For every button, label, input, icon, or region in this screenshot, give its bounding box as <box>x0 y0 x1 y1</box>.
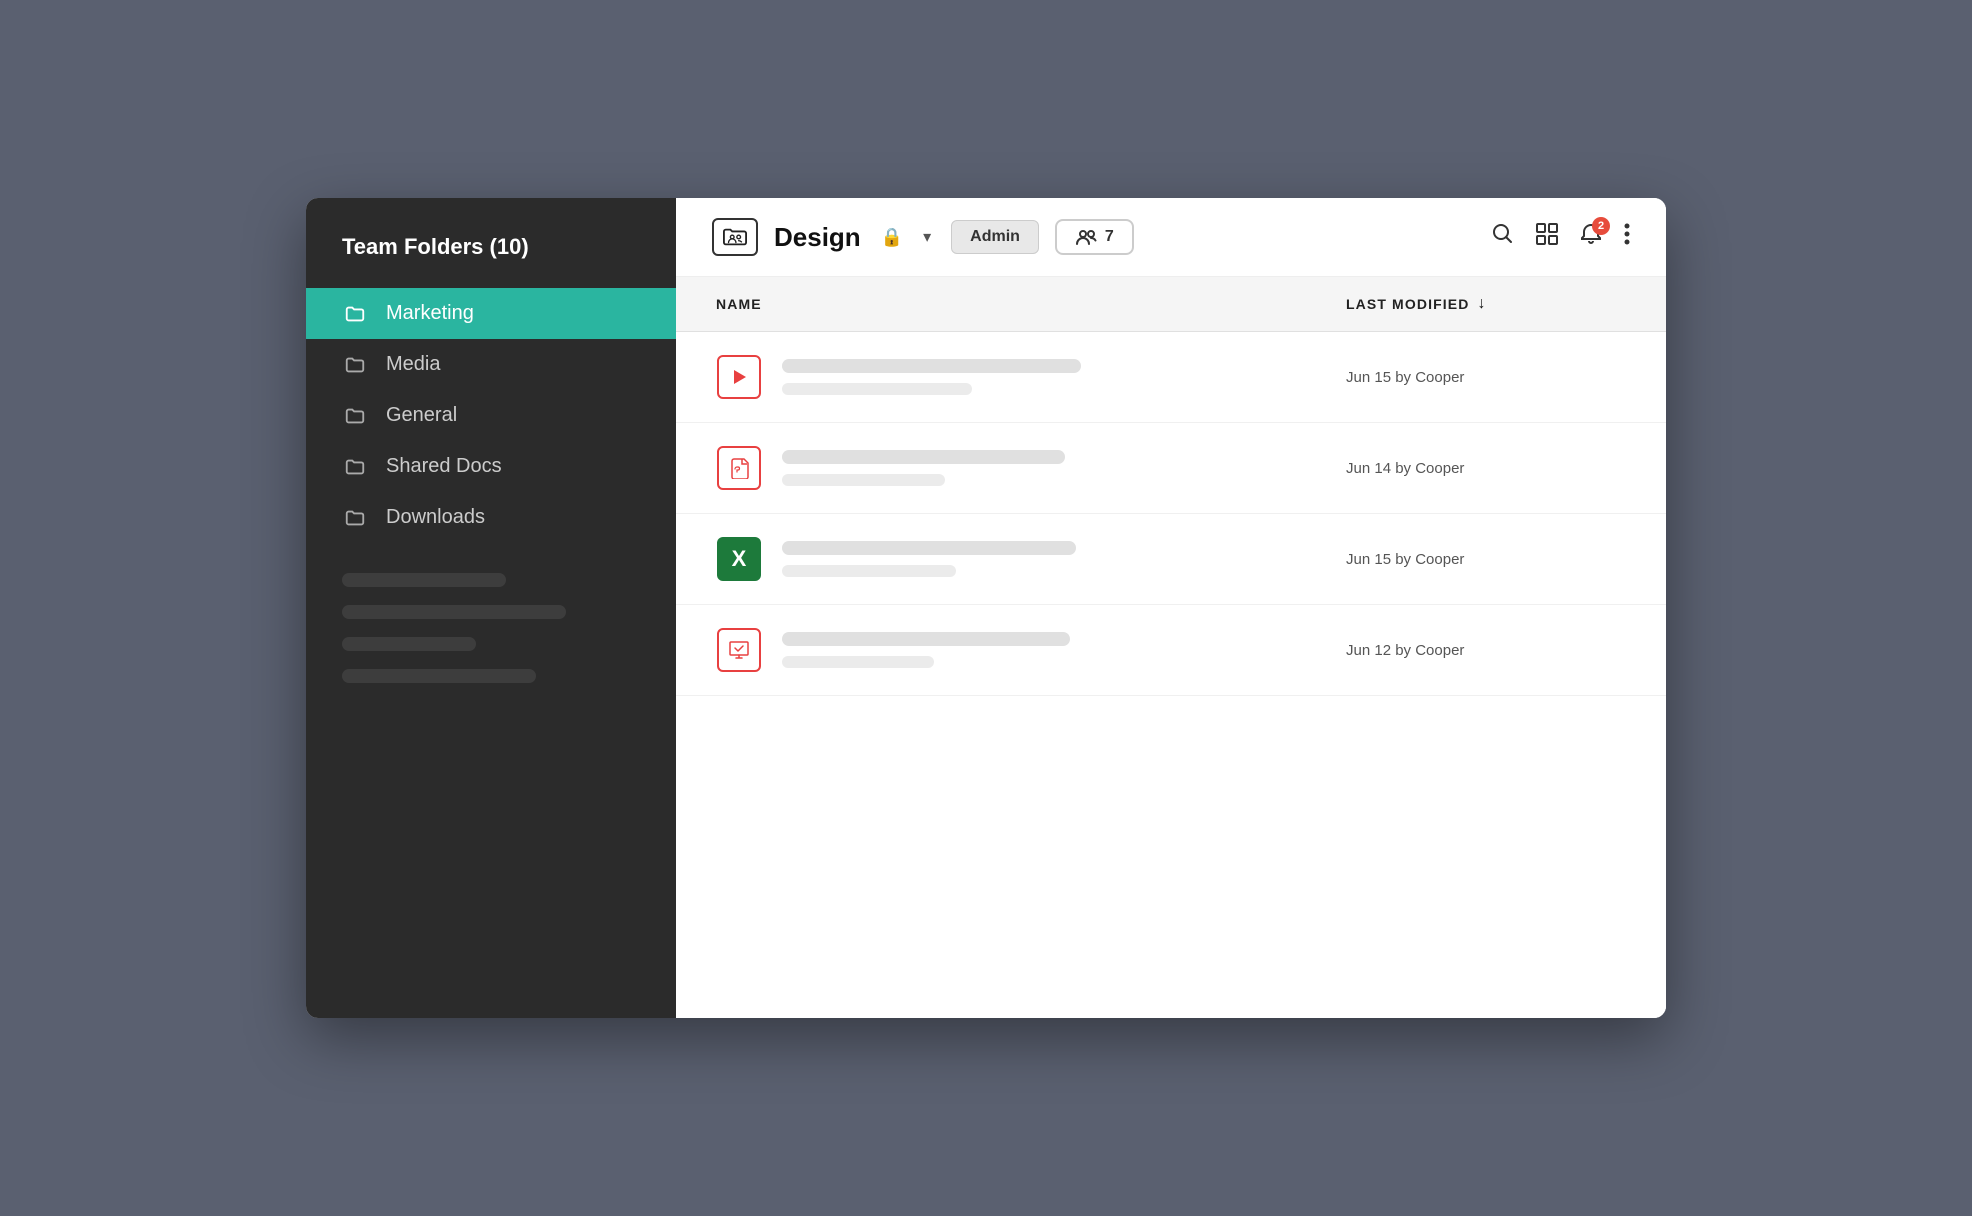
members-icon <box>1075 228 1097 246</box>
file-modified-1: Jun 15 by Cooper <box>1346 369 1626 386</box>
table-header: NAME LAST MODIFIED ↓ <box>676 277 1666 332</box>
search-icon <box>1492 223 1514 245</box>
sidebar-item-marketing[interactable]: Marketing <box>306 288 676 339</box>
col-modified-header: LAST MODIFIED ↓ <box>1346 295 1626 313</box>
grid-view-button[interactable] <box>1536 223 1558 251</box>
notification-count-badge: 2 <box>1592 217 1610 235</box>
sort-icon[interactable]: ↓ <box>1477 295 1486 313</box>
pdf-icon <box>728 457 750 479</box>
header-actions: 2 <box>1492 223 1630 251</box>
sidebar-item-downloads[interactable]: Downloads <box>306 492 676 543</box>
table-row[interactable]: Jun 14 by Cooper <box>676 423 1666 514</box>
ppt-file-icon <box>717 628 761 672</box>
placeholder-3 <box>342 637 476 651</box>
file-table: NAME LAST MODIFIED ↓ <box>676 277 1666 1018</box>
sidebar-title: Team Folders (10) <box>306 198 676 288</box>
admin-badge-button[interactable]: Admin <box>951 220 1039 254</box>
file-info-1 <box>782 359 1326 395</box>
folder-icon-marketing <box>342 303 368 325</box>
main-content: Design 🔒 ▾ Admin 7 <box>676 198 1666 1018</box>
file-name-bar-3 <box>782 541 1076 555</box>
excel-file-icon: X <box>717 537 761 581</box>
file-name-bar-4 <box>782 632 1070 646</box>
file-sub-bar-3 <box>782 565 956 577</box>
file-modified-3: Jun 15 by Cooper <box>1346 551 1626 568</box>
search-button[interactable] <box>1492 223 1514 251</box>
play-icon <box>729 367 749 387</box>
file-name-bar-2 <box>782 450 1065 464</box>
video-file-icon <box>717 355 761 399</box>
file-info-2 <box>782 450 1326 486</box>
sidebar-extra-items <box>306 553 676 703</box>
file-info-4 <box>782 632 1326 668</box>
file-sub-bar-1 <box>782 383 972 395</box>
members-count: 7 <box>1105 228 1114 246</box>
sidebar-item-general[interactable]: General <box>306 390 676 441</box>
folder-icon-general <box>342 405 368 427</box>
sidebar-item-label-general: General <box>386 404 457 427</box>
sidebar-item-label-downloads: Downloads <box>386 506 485 529</box>
more-options-button[interactable] <box>1624 223 1630 251</box>
file-icon-pdf <box>716 445 762 491</box>
lock-icon: 🔒 <box>881 227 903 248</box>
placeholder-2 <box>342 605 566 619</box>
folder-chevron-button[interactable]: ▾ <box>919 223 935 251</box>
placeholder-1 <box>342 573 506 587</box>
notifications-button[interactable]: 2 <box>1580 223 1602 251</box>
sidebar-item-media[interactable]: Media <box>306 339 676 390</box>
sidebar-item-label-shared-docs: Shared Docs <box>386 455 502 478</box>
file-modified-2: Jun 14 by Cooper <box>1346 460 1626 477</box>
sidebar-item-shared-docs[interactable]: Shared Docs <box>306 441 676 492</box>
excel-letter: X <box>732 546 747 572</box>
file-icon-video <box>716 354 762 400</box>
pdf-file-icon <box>717 446 761 490</box>
app-window: Team Folders (10) Marketing Media Genera… <box>306 198 1666 1018</box>
folder-users-icon <box>723 225 747 249</box>
sidebar-item-label-marketing: Marketing <box>386 302 474 325</box>
sidebar-item-label-media: Media <box>386 353 440 376</box>
folder-icon-media <box>342 354 368 376</box>
folder-title: Design <box>774 222 861 253</box>
table-row[interactable]: X Jun 15 by Cooper <box>676 514 1666 605</box>
members-badge[interactable]: 7 <box>1055 219 1134 255</box>
folder-badge-icon <box>712 218 758 256</box>
folder-icon-shared-docs <box>342 456 368 478</box>
header: Design 🔒 ▾ Admin 7 <box>676 198 1666 277</box>
table-row[interactable]: Jun 15 by Cooper <box>676 332 1666 423</box>
file-icon-ppt <box>716 627 762 673</box>
col-name-header: NAME <box>716 296 1346 312</box>
grid-icon <box>1536 223 1558 245</box>
file-sub-bar-4 <box>782 656 934 668</box>
file-info-3 <box>782 541 1326 577</box>
file-sub-bar-2 <box>782 474 945 486</box>
placeholder-4 <box>342 669 536 683</box>
file-icon-excel: X <box>716 536 762 582</box>
folder-icon-downloads <box>342 507 368 529</box>
sidebar: Team Folders (10) Marketing Media Genera… <box>306 198 676 1018</box>
table-row[interactable]: Jun 12 by Cooper <box>676 605 1666 696</box>
presentation-icon <box>728 639 750 661</box>
more-icon <box>1624 223 1630 245</box>
file-name-bar-1 <box>782 359 1081 373</box>
file-modified-4: Jun 12 by Cooper <box>1346 642 1626 659</box>
